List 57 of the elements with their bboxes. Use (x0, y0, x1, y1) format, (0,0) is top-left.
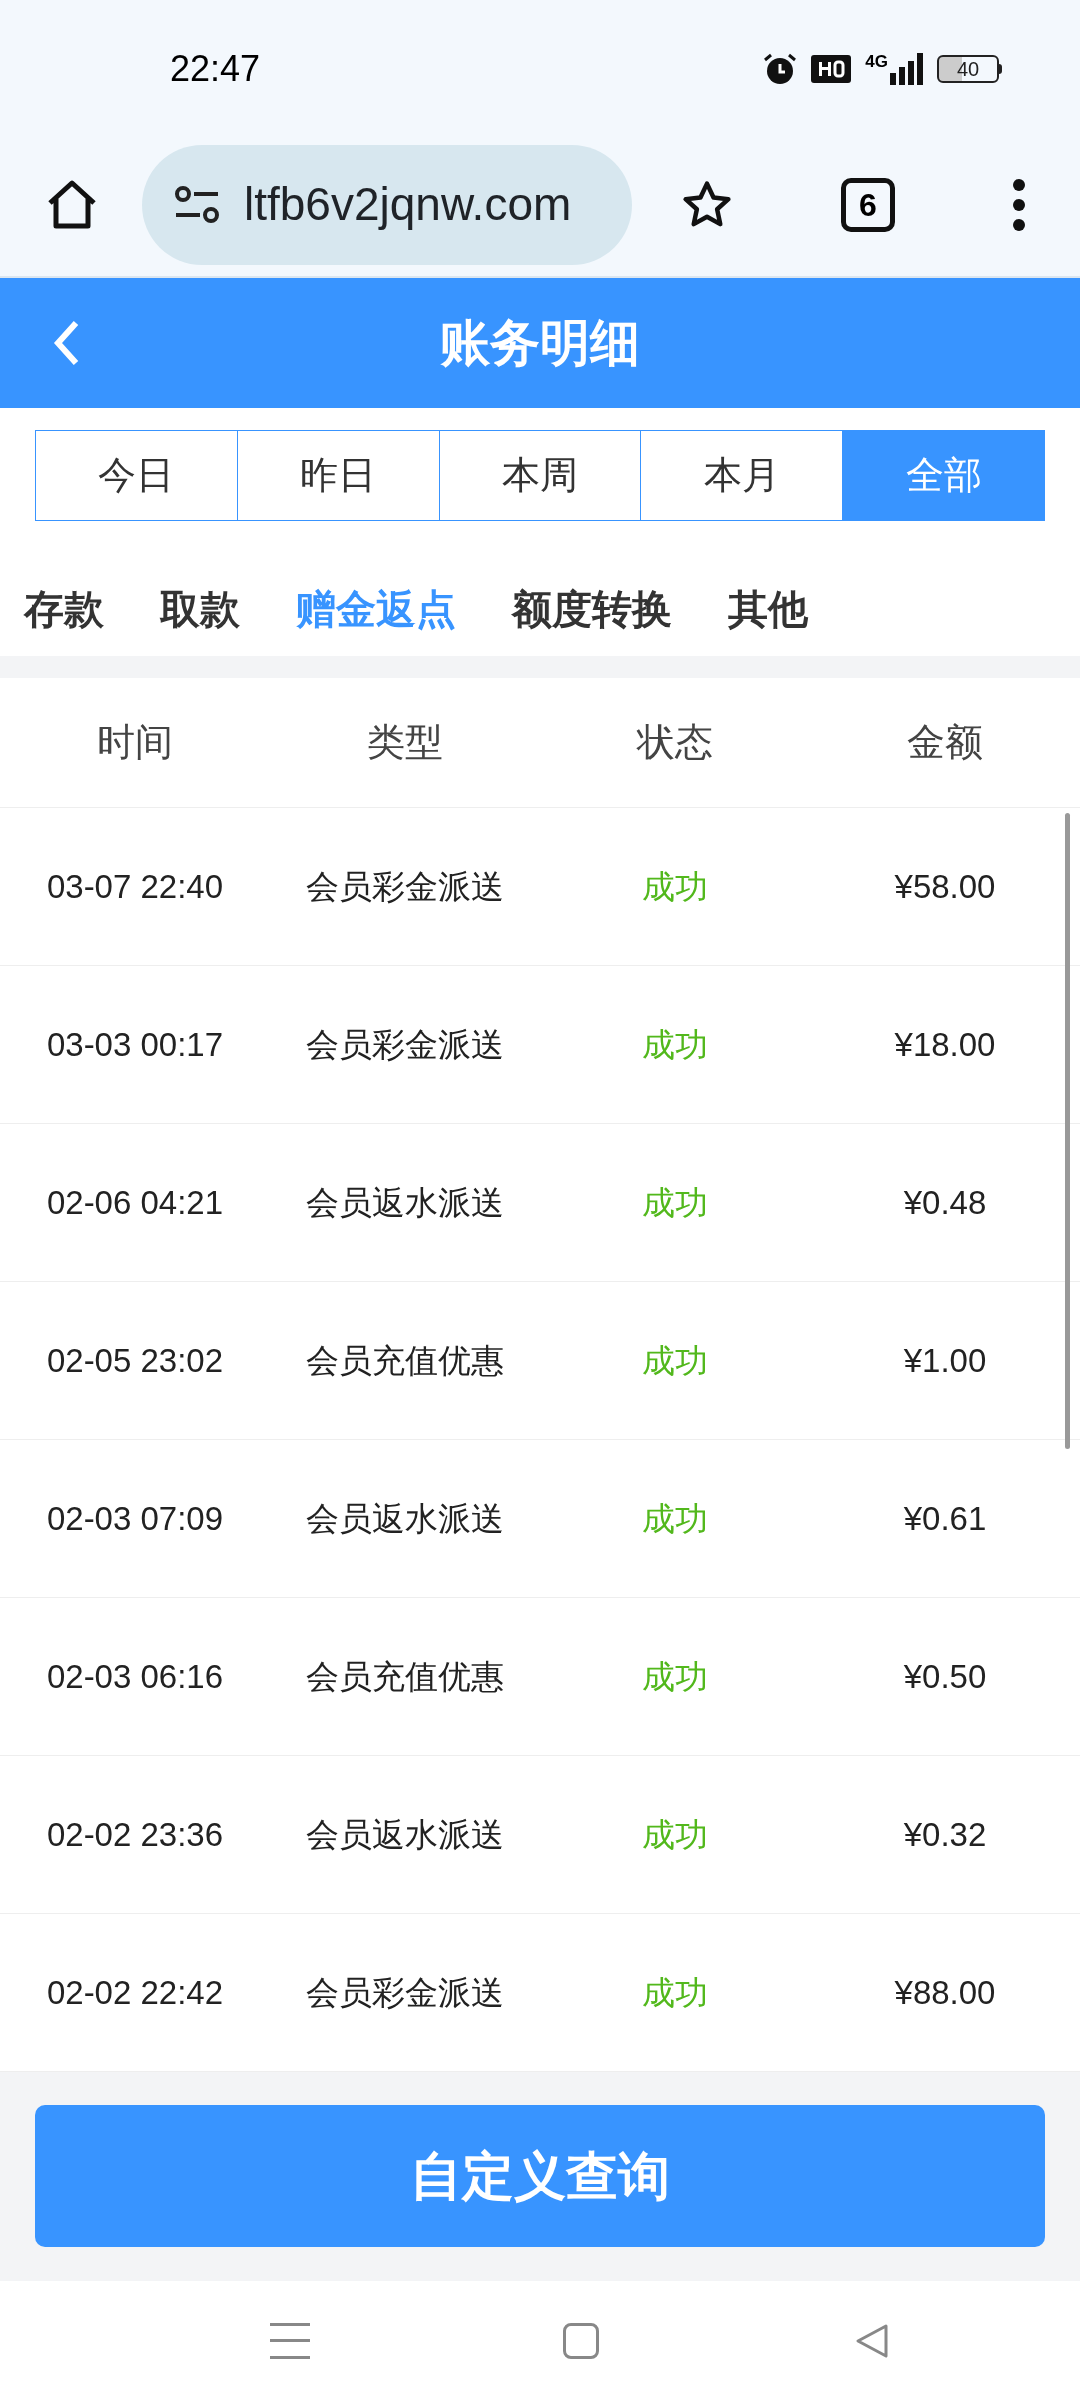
type-cell-text: 会员返水派送 (305, 1814, 505, 1855)
type-cell-text: 会员彩金派送 (305, 1972, 505, 2013)
amount-cell-text: ¥88.00 (893, 1972, 997, 2013)
network-type: 4G (865, 52, 888, 70)
amount-cell-text: ¥1.00 (902, 1340, 988, 1381)
status-cell-text: 成功 (641, 1814, 709, 1855)
time-cell-text: 02-02 22:42 (45, 1972, 225, 2013)
category-tab[interactable]: 其他 (728, 578, 808, 639)
time-cell-text: 02-03 06:16 (45, 1656, 225, 1697)
column-header: 时间 (96, 720, 174, 765)
amount-cell-text: ¥18.00 (893, 1024, 997, 1065)
site-settings-icon[interactable] (174, 184, 220, 225)
type-cell-text: 会员返水派送 (305, 1498, 505, 1539)
time-cell-text: 03-07 22:40 (45, 866, 225, 907)
category-tab[interactable]: 存款 (24, 578, 104, 639)
status-cell-text: 成功 (641, 1498, 709, 1539)
amount-cell-text: ¥0.32 (902, 1814, 988, 1855)
status-cell-text: 成功 (641, 1656, 709, 1697)
column-header: 状态 (635, 720, 714, 765)
home-nav-button[interactable] (563, 2322, 599, 2359)
battery-icon: 40 (937, 54, 999, 83)
status-cell-text: 成功 (641, 1182, 709, 1223)
time-cell-text: 02-06 04:21 (45, 1182, 225, 1223)
type-cell-text: 会员返水派送 (305, 1182, 505, 1223)
period-tab[interactable]: 昨日 (236, 430, 440, 521)
time-cell-text: 03-03 00:17 (45, 1024, 225, 1065)
type-cell-text: 会员充值优惠 (305, 1656, 505, 1697)
alarm-icon (763, 51, 798, 86)
period-tab[interactable]: 本月 (640, 430, 844, 521)
time-cell-text: 02-05 23:02 (45, 1340, 225, 1381)
amount-cell-text: ¥58.00 (893, 866, 997, 907)
amount-cell-text: ¥0.50 (902, 1656, 988, 1697)
status-cell-text: 成功 (641, 1340, 709, 1381)
period-tab[interactable]: 本周 (438, 430, 642, 521)
status-cell-text: 成功 (641, 1972, 709, 2013)
address-bar[interactable]: ltfb6v2jqnw.com (142, 144, 632, 265)
status-cell-text: 成功 (641, 1024, 709, 1065)
amount-cell-text: ¥0.48 (902, 1182, 988, 1223)
signal-icon (890, 52, 923, 85)
amount-cell-text: ¥0.61 (902, 1498, 988, 1539)
category-tab[interactable]: 额度转换 (512, 578, 672, 639)
type-cell-text: 会员彩金派送 (305, 1024, 505, 1065)
status-cell-text: 成功 (641, 866, 709, 907)
type-cell-text: 会员充值优惠 (305, 1340, 505, 1381)
hd-icon (811, 54, 852, 83)
time-cell-text: 02-02 23:36 (45, 1814, 225, 1855)
time-cell-text: 02-03 07:09 (45, 1498, 225, 1539)
clock-time: 22:47 (170, 46, 261, 91)
period-tab[interactable]: 今日 (35, 430, 238, 521)
column-header: 金额 (906, 720, 984, 765)
page-title: 账务明细 (440, 313, 640, 373)
type-cell-text: 会员彩金派送 (305, 866, 505, 907)
tab-count-button[interactable]: 6 (841, 177, 895, 232)
category-tab[interactable]: 取款 (160, 578, 240, 639)
column-header: 类型 (366, 720, 444, 765)
recent-apps-button[interactable] (270, 2320, 310, 2361)
url-text: ltfb6v2jqnw.com (244, 177, 572, 232)
